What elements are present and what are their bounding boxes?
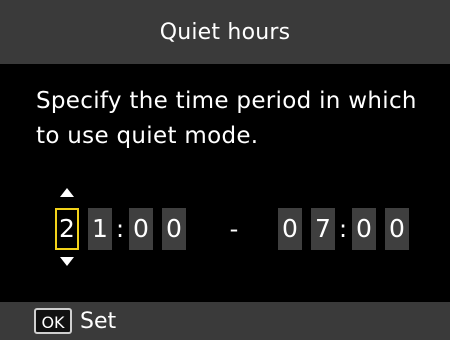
decrement-arrow-icon[interactable] [60, 257, 74, 266]
range-dash: - [229, 215, 239, 243]
start-hour-ones-digit[interactable]: 1 [88, 208, 112, 250]
time-separator: : [338, 215, 348, 243]
page-title: Quiet hours [159, 19, 291, 45]
start-hour-tens-digit[interactable]: 2 [55, 208, 79, 250]
quiet-hours-screen: Quiet hours Specify the time period in w… [0, 0, 450, 340]
time-range-selector: 2 1 : 0 0 - 0 7 : 0 0 [0, 180, 450, 270]
footer-bar: OK Set [0, 302, 450, 340]
title-bar: Quiet hours [0, 0, 450, 64]
ok-button-icon[interactable]: OK [34, 308, 72, 334]
time-separator: : [115, 215, 125, 243]
end-minute-ones-digit[interactable]: 0 [385, 208, 409, 250]
end-minute-tens-digit[interactable]: 0 [352, 208, 376, 250]
increment-arrow-icon[interactable] [60, 188, 74, 197]
divider [0, 64, 450, 70]
end-hour-tens-digit[interactable]: 0 [278, 208, 302, 250]
start-minute-ones-digit[interactable]: 0 [162, 208, 186, 250]
instruction-text: Specify the time period in which to use … [36, 88, 417, 149]
set-label: Set [80, 308, 117, 334]
end-hour-ones-digit[interactable]: 7 [311, 208, 335, 250]
start-minute-tens-digit[interactable]: 0 [129, 208, 153, 250]
